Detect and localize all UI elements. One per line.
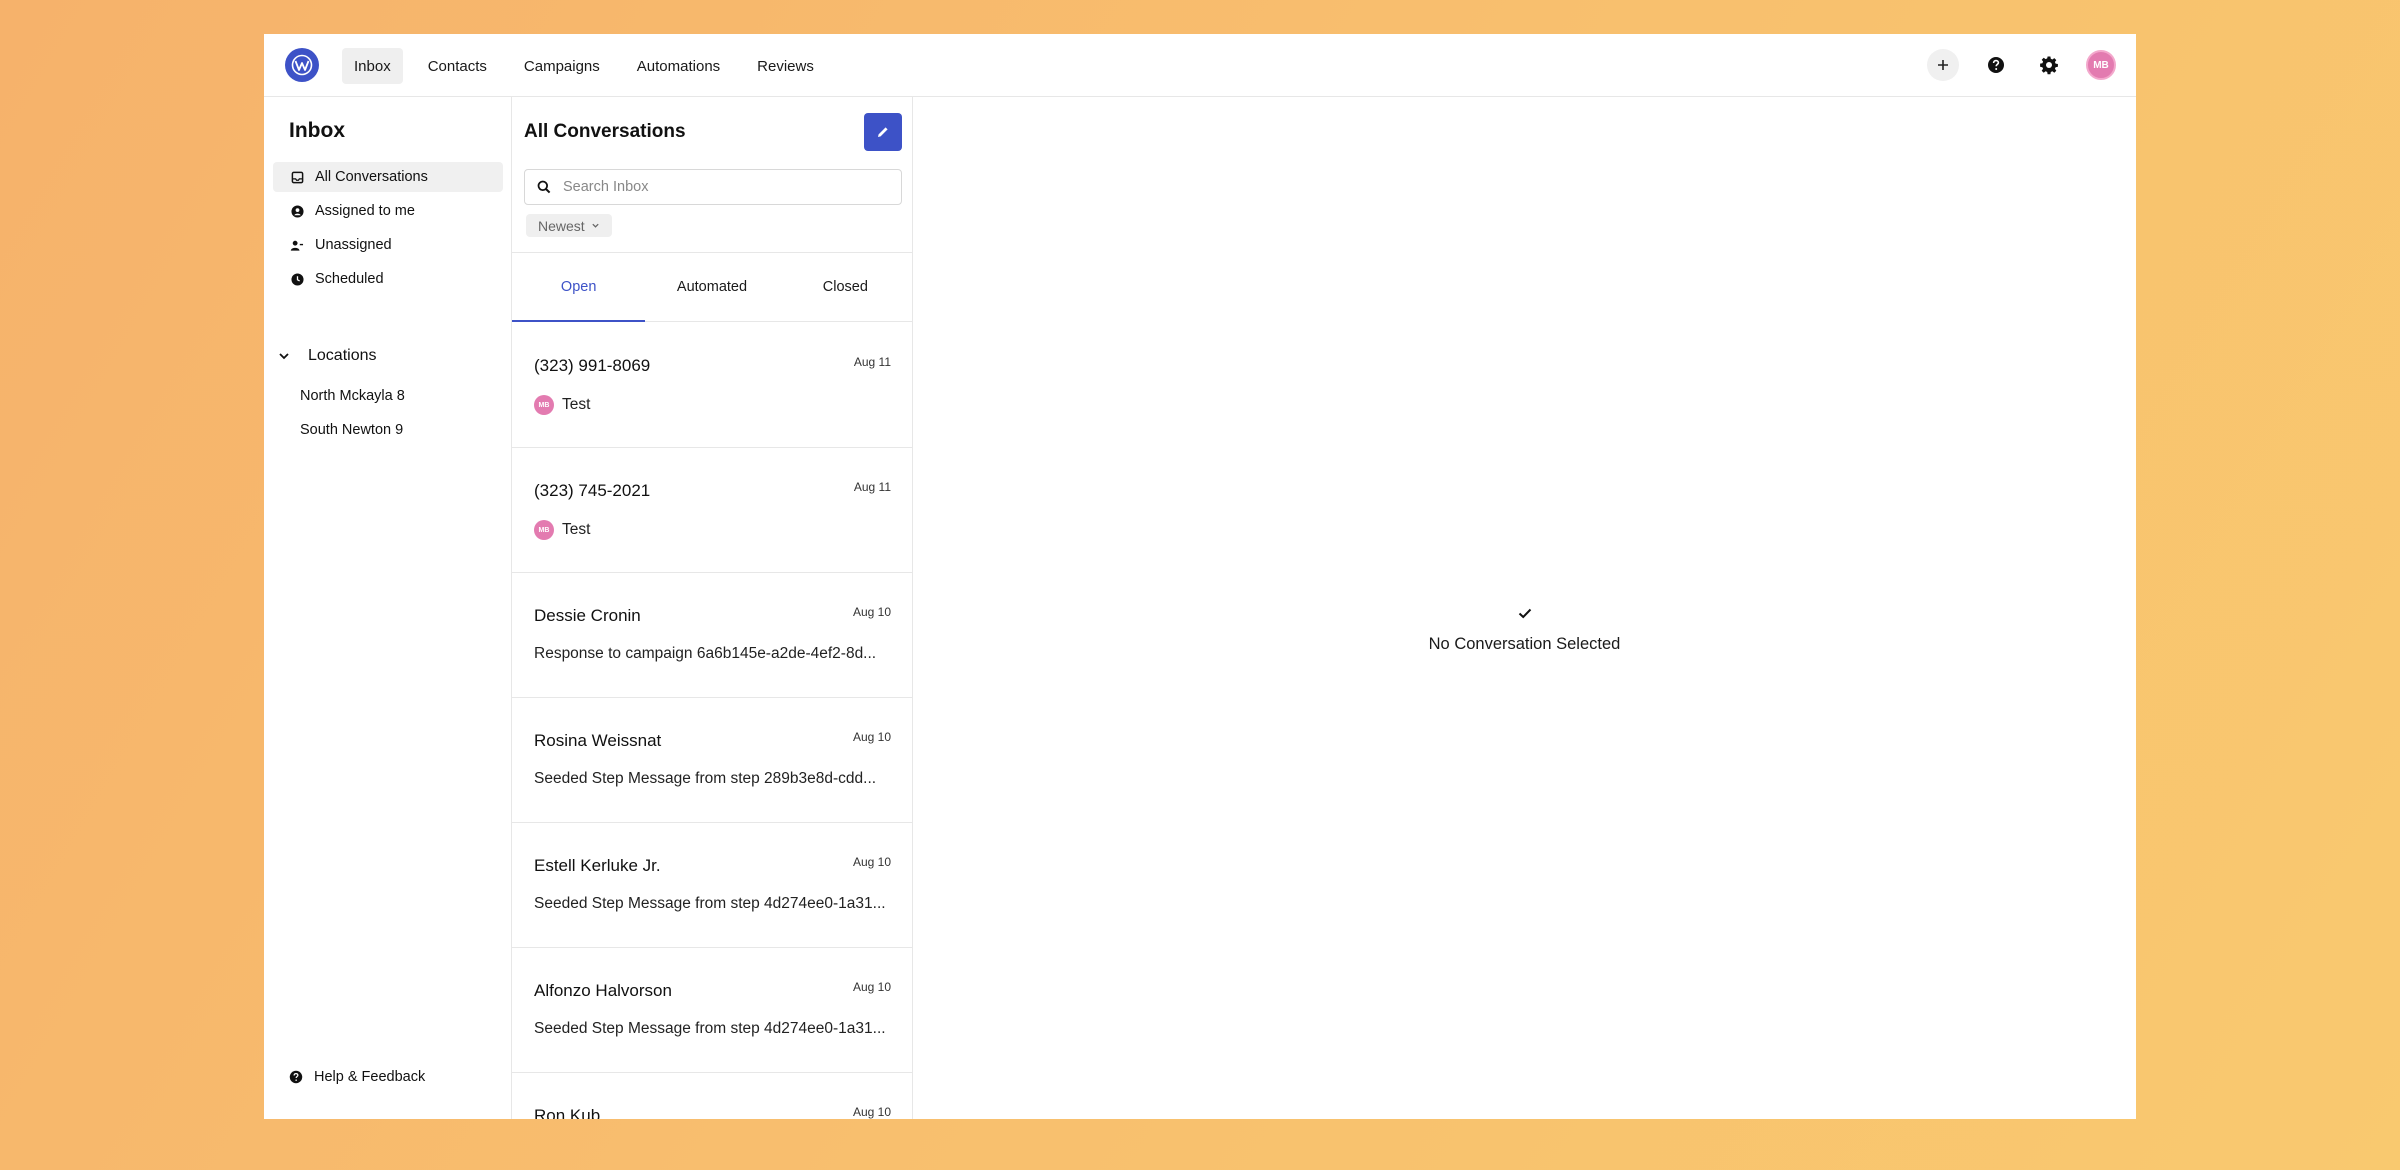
- message-preview-text: Seeded Step Message from step 289b3e8d-c…: [534, 770, 877, 787]
- inbox-sidebar: Inbox All Conversations Assigned to me Una…: [264, 97, 512, 1119]
- conversation-panel: All Conversations Newest OpenAutomatedCl…: [512, 97, 913, 1119]
- sidebar-title: Inbox: [289, 119, 345, 142]
- sidebar-item-scheduled[interactable]: Scheduled: [273, 264, 503, 294]
- conversation-date: Aug 10: [852, 980, 891, 994]
- sidebar-item-label: Assigned to me: [315, 203, 415, 219]
- add-button[interactable]: [1927, 49, 1959, 81]
- message-preview: MB Test: [534, 395, 889, 415]
- locations-label: Locations: [308, 347, 377, 364]
- contact-name: Alfonzo Halvorson: [534, 981, 672, 1000]
- message-preview-text: Test: [562, 396, 591, 413]
- sidebar-item-label: All Conversations: [315, 169, 428, 185]
- chevron-down-icon: [278, 349, 292, 363]
- empty-state-text: No Conversation Selected: [1428, 635, 1621, 653]
- message-preview: MB Test: [534, 520, 889, 540]
- contact-name: Estell Kerluke Jr.: [534, 856, 661, 875]
- search-box: [524, 169, 902, 205]
- message-preview: Seeded Step Message from step 289b3e8d-c…: [534, 770, 889, 788]
- user-avatar[interactable]: MB: [2086, 50, 2116, 80]
- user-circle-icon: [290, 204, 304, 218]
- sidebar-item-assigned-to-me[interactable]: Assigned to me: [273, 196, 503, 226]
- app-window: Inbox Contacts Campaigns Automations Reviews: [264, 34, 2136, 1119]
- chevron-down-icon: [591, 221, 600, 230]
- nav-item-campaigns[interactable]: Campaigns: [512, 48, 612, 84]
- conversation-item[interactable]: Rosina Weissnat Aug 10 Seeded Step Message…: [512, 698, 912, 823]
- location-item[interactable]: North Mckayla 8: [300, 379, 405, 413]
- clock-icon: [290, 272, 304, 286]
- help-button[interactable]: [1980, 49, 2012, 81]
- sort-dropdown[interactable]: Newest: [526, 214, 612, 237]
- help-feedback-label: Help & Feedback: [314, 1069, 426, 1085]
- contact-name: Rosina Weissnat: [534, 731, 662, 750]
- tab-automated[interactable]: Automated: [645, 253, 778, 321]
- nav-item-inbox[interactable]: Inbox: [342, 48, 403, 84]
- conversation-date: Aug 10: [852, 855, 891, 869]
- help-feedback-link[interactable]: Help & Feedback: [289, 1069, 425, 1085]
- nav-item-reviews[interactable]: Reviews: [745, 48, 826, 84]
- message-preview: Seeded Step Message from step 4d274ee0-1…: [534, 895, 889, 913]
- conversation-item[interactable]: Alfonzo Halvorson Aug 10 Seeded Step Messa…: [512, 948, 912, 1073]
- contact-name: (323) 991-8069: [534, 356, 651, 375]
- conversation-detail: No Conversation Selected: [913, 97, 2136, 1119]
- conversation-date: Aug 10: [852, 605, 891, 619]
- contact-name: (323) 745-2021: [534, 481, 651, 500]
- location-item[interactable]: South Newton 9: [300, 413, 405, 447]
- sender-avatar: MB: [534, 520, 554, 540]
- conversation-item[interactable]: Ron Kub Aug 10: [512, 1073, 912, 1119]
- contact-name: Ron Kub: [534, 1106, 601, 1119]
- question-icon: [289, 1070, 303, 1084]
- locations-toggle[interactable]: Locations: [278, 347, 377, 365]
- top-nav: Inbox Contacts Campaigns Automations Reviews: [264, 34, 2136, 97]
- pencil-icon: [878, 127, 888, 137]
- question-icon: [1988, 57, 2004, 73]
- search-input[interactable]: [563, 179, 883, 195]
- plus-icon: [1938, 60, 1948, 70]
- contact-name: Dessie Cronin: [534, 606, 641, 625]
- sidebar-item-label: Unassigned: [315, 237, 392, 253]
- nav-item-contacts[interactable]: Contacts: [416, 48, 499, 84]
- search-icon: [537, 180, 551, 194]
- message-preview-text: Seeded Step Message from step 4d274ee0-1…: [534, 1020, 886, 1037]
- nav-item-automations[interactable]: Automations: [625, 48, 732, 84]
- conversation-date: Aug 10: [852, 1105, 891, 1119]
- conversation-item[interactable]: Dessie Cronin Aug 10 Response to campaign …: [512, 573, 912, 698]
- message-preview: Seeded Step Message from step 4d274ee0-1…: [534, 1020, 889, 1038]
- settings-button[interactable]: [2033, 49, 2065, 81]
- message-preview-text: Test: [562, 521, 591, 538]
- message-preview: Response to campaign 6a6b145e-a2de-4ef2-…: [534, 645, 889, 663]
- inbox-icon: [290, 170, 304, 184]
- conversations-title: All Conversations: [524, 121, 686, 142]
- conversation-item[interactable]: (323) 991-8069 Aug 11 MB Test: [512, 323, 912, 448]
- message-preview-text: Response to campaign 6a6b145e-a2de-4ef2-…: [534, 645, 877, 662]
- sender-avatar: MB: [534, 395, 554, 415]
- user-minus-icon: [290, 238, 304, 252]
- status-tabs: Open Automated Closed: [512, 252, 912, 322]
- tab-closed[interactable]: Closed: [779, 253, 912, 321]
- conversation-date: Aug 11: [853, 480, 891, 494]
- conversation-date: Aug 11: [853, 355, 891, 369]
- sidebar-item-label: Scheduled: [315, 271, 384, 287]
- sidebar-item-unassigned[interactable]: Unassigned: [273, 230, 503, 260]
- conversation-date: Aug 10: [852, 730, 891, 744]
- conversation-item[interactable]: (323) 745-2021 Aug 11 MB Test: [512, 448, 912, 573]
- logo-icon[interactable]: [285, 48, 319, 82]
- checkmark-icon: [1518, 608, 1531, 619]
- message-preview-text: Seeded Step Message from step 4d274ee0-1…: [534, 895, 886, 912]
- sidebar-item-all-conversations[interactable]: All Conversations: [273, 162, 503, 192]
- conversation-list: (323) 991-8069 Aug 11 MB Test (323) 745-2021…: [512, 323, 912, 1119]
- empty-state: No Conversation Selected: [913, 605, 2136, 654]
- gear-icon: [2040, 56, 2058, 75]
- conversation-item[interactable]: Estell Kerluke Jr. Aug 10 Seeded Step Mess…: [512, 823, 912, 948]
- tab-open[interactable]: Open: [512, 253, 646, 322]
- compose-button[interactable]: [864, 113, 902, 151]
- sort-label: Newest: [538, 217, 585, 234]
